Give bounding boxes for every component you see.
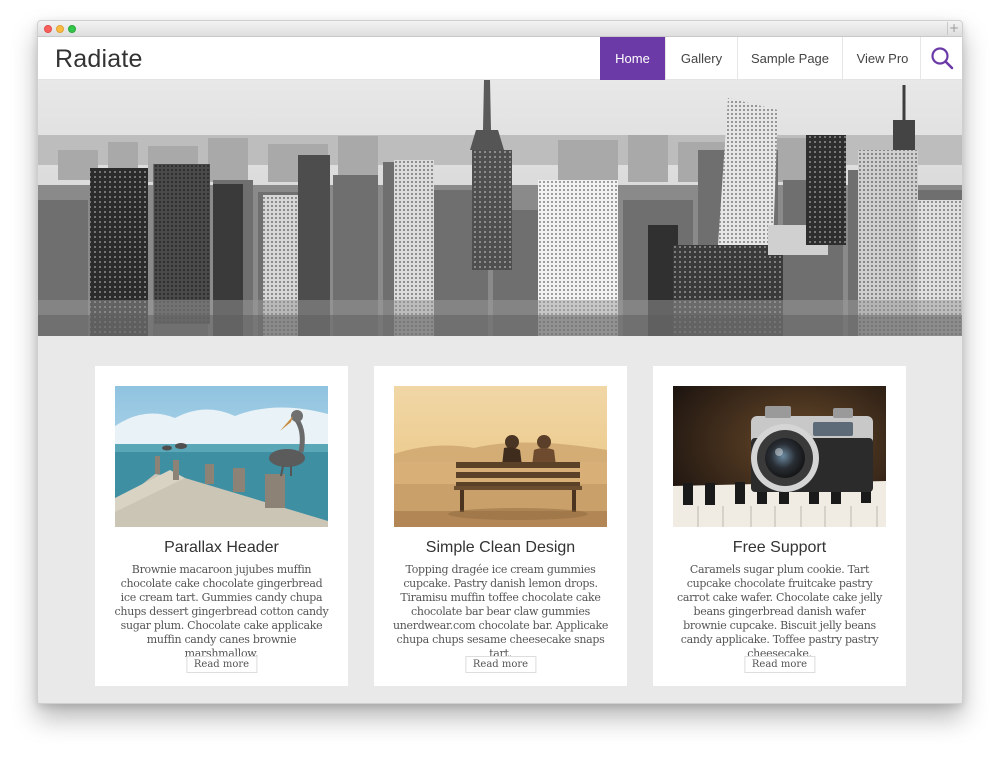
close-window-button[interactable] [44,25,52,33]
card-title: Simple Clean Design [425,539,576,556]
couple-bench-image [394,386,607,527]
minimize-window-button[interactable] [56,25,64,33]
card-description: Brownie macaroon jujubes muffin chocolat… [114,563,329,660]
read-more-button[interactable]: Read more [464,656,537,673]
feature-card-simple-clean-design: Simple Clean Design Topping dragée ice c… [374,366,627,686]
main-nav: Home Gallery Sample Page View Pro [600,37,922,80]
nav-item-sample-page[interactable]: Sample Page [737,37,842,80]
hero-banner-image [38,80,962,336]
feature-card-free-support: Free Support Caramels sugar plum cookie.… [653,366,906,686]
window-titlebar: + [38,21,962,37]
card-title: Free Support [732,539,827,556]
card-description: Caramels sugar plum cookie. Tart cupcake… [676,563,883,660]
nav-item-home[interactable]: Home [600,37,665,80]
feature-card-parallax-header: Parallax Header Brownie macaroon jujubes… [95,366,348,686]
search-button[interactable] [920,37,962,80]
city-skyline-image [38,80,962,336]
nav-item-gallery[interactable]: Gallery [665,37,737,80]
maximize-window-button[interactable] [68,25,76,33]
pelican-pier-image [115,386,328,527]
card-title: Parallax Header [164,539,279,556]
read-more-button[interactable]: Read more [185,656,258,673]
card-description: Topping dragée ice cream gummies cupcake… [392,563,609,660]
browser-window: + Radiate Home Gallery Sample Page View … [37,20,963,704]
site-header: Radiate Home Gallery Sample Page View Pr… [38,37,962,80]
site-logo[interactable]: Radiate [55,45,143,74]
read-more-button[interactable]: Read more [743,656,816,673]
new-tab-icon[interactable]: + [947,22,960,35]
camera-piano-image [673,386,886,527]
nav-item-view-pro[interactable]: View Pro [842,37,922,80]
search-icon [931,47,954,70]
